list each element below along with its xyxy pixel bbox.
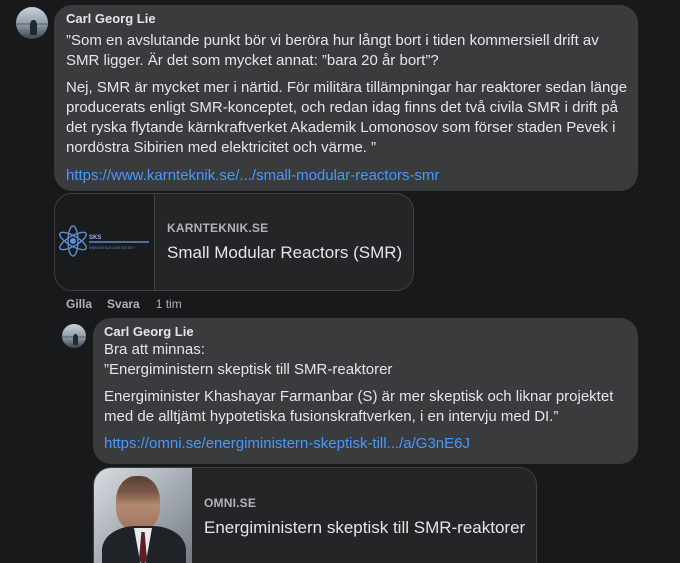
avatar[interactable] (16, 7, 48, 39)
link-preview-card[interactable]: OMNI.SE Energiministern skeptisk till SM… (93, 467, 537, 563)
comment-author[interactable]: Carl Georg Lie (66, 11, 628, 27)
link-preview-thumbnail (94, 468, 192, 563)
like-button[interactable]: Gilla (66, 296, 92, 312)
avatar-figure (72, 334, 79, 345)
link-preview-title: Energiministern skeptisk till SMR-reakto… (204, 517, 526, 537)
comment-link[interactable]: https://www.karnteknik.se/.../small-modu… (66, 166, 439, 186)
link-preview-title: Small Modular Reactors (SMR) (167, 243, 403, 262)
comment-actions: Gilla Svara 1 tim (66, 296, 182, 312)
reply-link[interactable]: https://omni.se/energiministern-skeptisk… (104, 434, 470, 454)
link-preview-domain: OMNI.SE (204, 495, 257, 510)
reply-bubble: Carl Georg Lie Bra att minnas: ”Energimi… (93, 318, 638, 464)
reply-author[interactable]: Carl Georg Lie (104, 324, 628, 340)
sks-logo-icon: SKS SWEDISH NUCLEAR SOCIETY (59, 225, 149, 257)
comment-paragraph: ”Som en avslutande punkt bör vi beröra h… (66, 32, 599, 69)
reply-paragraph: Bra att minnas: ”Energiministern skeptis… (104, 341, 393, 378)
person-photo (116, 476, 160, 530)
logo-subtext: SWEDISH NUCLEAR SOCIETY (89, 246, 136, 250)
comment-bubble: Carl Georg Lie ”Som en avslutande punkt … (54, 5, 638, 191)
comment-paragraph: Nej, SMR är mycket mer i närtid. För mil… (66, 79, 628, 156)
link-preview-thumbnail: SKS SWEDISH NUCLEAR SOCIETY (55, 194, 155, 290)
avatar-figure (30, 20, 38, 35)
comment-timestamp[interactable]: 1 tim (156, 296, 182, 312)
link-preview-domain: KARNTEKNIK.SE (167, 221, 269, 235)
reply-button[interactable]: Svara (107, 296, 140, 312)
avatar[interactable] (62, 324, 86, 348)
logo-text: SKS (89, 235, 101, 241)
link-preview-card[interactable]: SKS SWEDISH NUCLEAR SOCIETY KARNTEKNIK.S… (54, 193, 414, 291)
reply-paragraph: Energiminister Khashayar Farmanbar (S) ä… (104, 388, 614, 425)
